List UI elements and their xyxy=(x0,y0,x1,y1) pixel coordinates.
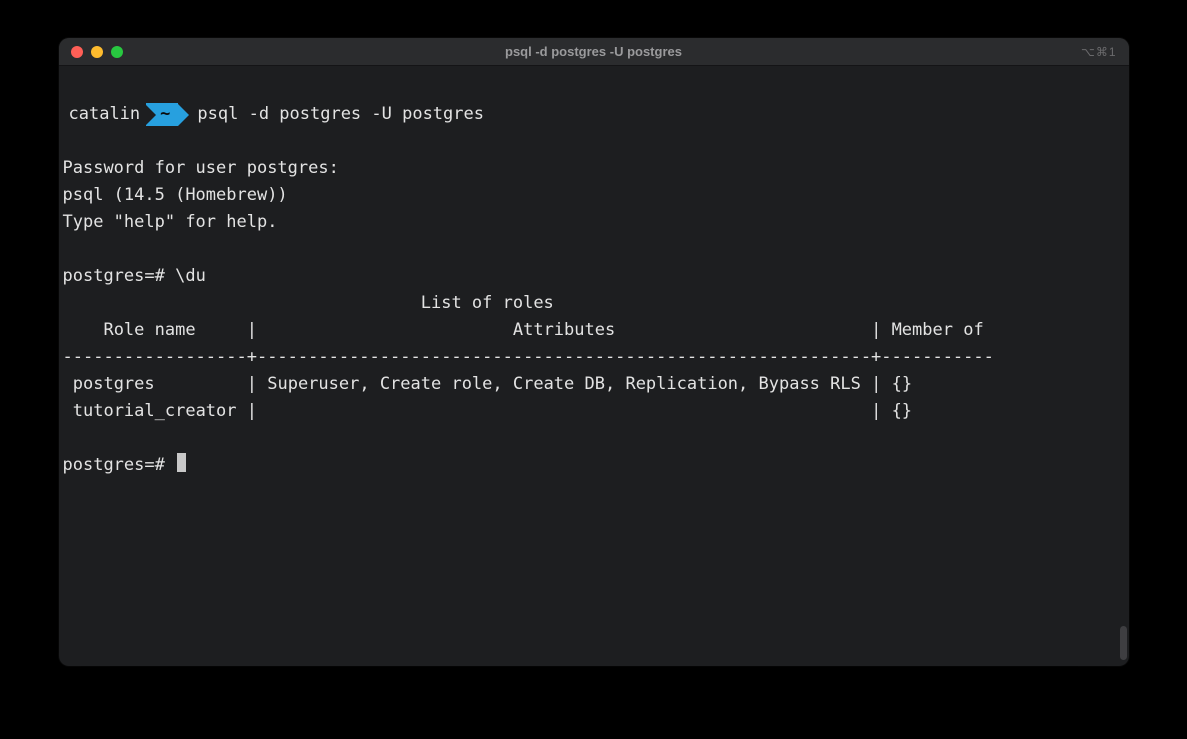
table-header-attributes: Attributes xyxy=(513,320,615,340)
terminal-body[interactable]: catalin~psql -d postgres -U postgres Pas… xyxy=(59,66,1129,666)
psql-help-hint: Type "help" for help. xyxy=(63,212,278,232)
table-header-member: Member of xyxy=(892,320,984,340)
terminal-window: psql -d postgres -U postgres ⌥⌘1 catalin… xyxy=(59,38,1129,666)
zoom-icon[interactable] xyxy=(111,46,123,58)
window-controls xyxy=(59,46,123,58)
cell-role: postgres xyxy=(73,374,155,394)
password-prompt: Password for user postgres: xyxy=(63,158,339,178)
scrollbar-thumb[interactable] xyxy=(1120,626,1127,660)
psql-command: \du xyxy=(175,266,206,286)
table-header-role: Role name xyxy=(103,320,195,340)
chevron-right-icon xyxy=(178,104,189,126)
close-icon[interactable] xyxy=(71,46,83,58)
pane-indicator: ⌥⌘1 xyxy=(1081,45,1117,59)
prompt-user: catalin xyxy=(63,101,147,128)
window-title: psql -d postgres -U postgres xyxy=(59,44,1129,59)
cell-member: {} xyxy=(892,374,912,394)
shell-prompt-line: catalin~psql -d postgres -U postgres xyxy=(63,101,1125,128)
psql-prompt: postgres=# xyxy=(63,266,165,286)
cell-role: tutorial_creator xyxy=(73,401,237,421)
cursor-icon xyxy=(177,453,186,472)
table-row: tutorial_creator | | {} xyxy=(73,401,912,421)
table-title: List of roles xyxy=(421,293,554,313)
table-row: postgres | Superuser, Create role, Creat… xyxy=(73,374,912,394)
titlebar: psql -d postgres -U postgres ⌥⌘1 xyxy=(59,38,1129,66)
table-separator: ------------------+---------------------… xyxy=(63,347,994,367)
psql-version: psql (14.5 (Homebrew)) xyxy=(63,185,288,205)
prompt-cwd-badge: ~ xyxy=(146,103,189,126)
cell-attributes: Superuser, Create role, Create DB, Repli… xyxy=(267,374,861,394)
psql-prompt: postgres=# xyxy=(63,455,165,475)
cell-member: {} xyxy=(892,401,912,421)
minimize-icon[interactable] xyxy=(91,46,103,58)
shell-command: psql -d postgres -U postgres xyxy=(189,101,484,128)
